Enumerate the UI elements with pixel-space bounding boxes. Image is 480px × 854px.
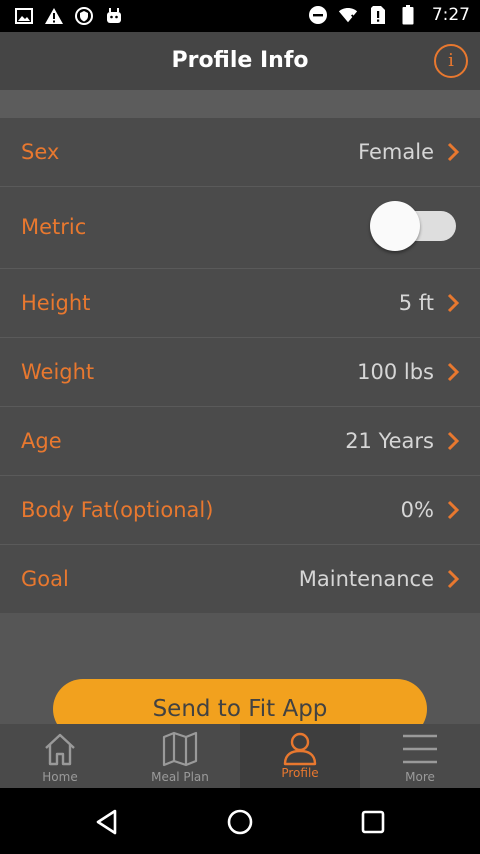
chevron-right-icon (447, 293, 460, 313)
nav-label: Meal Plan (151, 770, 209, 784)
nav-profile[interactable]: Profile (240, 724, 360, 788)
nav-more[interactable]: More (360, 724, 480, 788)
status-bar: 7:27 (0, 0, 480, 32)
row-value: Female (358, 140, 434, 164)
row-value: 100 lbs (357, 360, 434, 384)
row-value: 0% (400, 498, 434, 522)
app-header: Profile Info i (0, 32, 480, 90)
minus-circle-icon (308, 5, 328, 25)
chevron-right-icon (447, 569, 460, 589)
android-icon (104, 6, 124, 26)
menu-icon (403, 734, 437, 764)
row-value: Maintenance (298, 567, 434, 591)
row-label: Body Fat(optional) (21, 498, 214, 522)
nav-meal-plan[interactable]: Meal Plan (120, 724, 240, 788)
wifi-icon (338, 5, 358, 25)
nav-label: Profile (281, 766, 319, 780)
row-value: 5 ft (398, 291, 434, 315)
row-label: Height (21, 291, 91, 315)
row-label: Goal (21, 567, 69, 591)
battery-icon (398, 5, 418, 25)
profile-settings-list: Sex Female Metric Height 5 ft Weight 100… (0, 118, 480, 613)
page-title: Profile Info (171, 48, 309, 73)
recents-icon[interactable] (359, 808, 387, 836)
row-goal[interactable]: Goal Maintenance (0, 545, 480, 613)
header-spacer (0, 90, 480, 118)
row-label: Weight (21, 360, 95, 384)
person-icon (283, 732, 317, 766)
bottom-nav: Home Meal Plan Profile More (0, 724, 480, 788)
map-icon (162, 731, 198, 767)
info-button[interactable]: i (434, 44, 468, 78)
chevron-right-icon (447, 431, 460, 451)
nav-home[interactable]: Home (0, 724, 120, 788)
row-label: Metric (21, 215, 87, 239)
chevron-right-icon (447, 500, 460, 520)
no-sim-icon (368, 5, 388, 25)
row-label: Sex (21, 140, 60, 164)
row-metric: Metric (0, 187, 480, 269)
nav-label: More (405, 770, 435, 784)
image-icon (14, 6, 34, 26)
toggle-knob (370, 201, 420, 251)
info-icon: i (448, 50, 454, 71)
nav-label: Home (42, 770, 78, 784)
warning-icon (44, 6, 64, 26)
row-label: Age (21, 429, 62, 453)
row-height[interactable]: Height 5 ft (0, 269, 480, 338)
row-weight[interactable]: Weight 100 lbs (0, 338, 480, 407)
row-sex[interactable]: Sex Female (0, 118, 480, 187)
chevron-right-icon (447, 142, 460, 162)
metric-toggle[interactable] (370, 199, 458, 253)
home-circle-icon[interactable] (226, 808, 254, 836)
home-icon (45, 733, 75, 766)
row-age[interactable]: Age 21 Years (0, 407, 480, 476)
system-nav-bar (0, 788, 480, 854)
row-value: 21 Years (345, 429, 434, 453)
chevron-right-icon (447, 362, 460, 382)
row-body-fat[interactable]: Body Fat(optional) 0% (0, 476, 480, 545)
status-time: 7:27 (431, 5, 470, 25)
shield-icon (74, 6, 94, 26)
back-icon[interactable] (93, 808, 121, 836)
